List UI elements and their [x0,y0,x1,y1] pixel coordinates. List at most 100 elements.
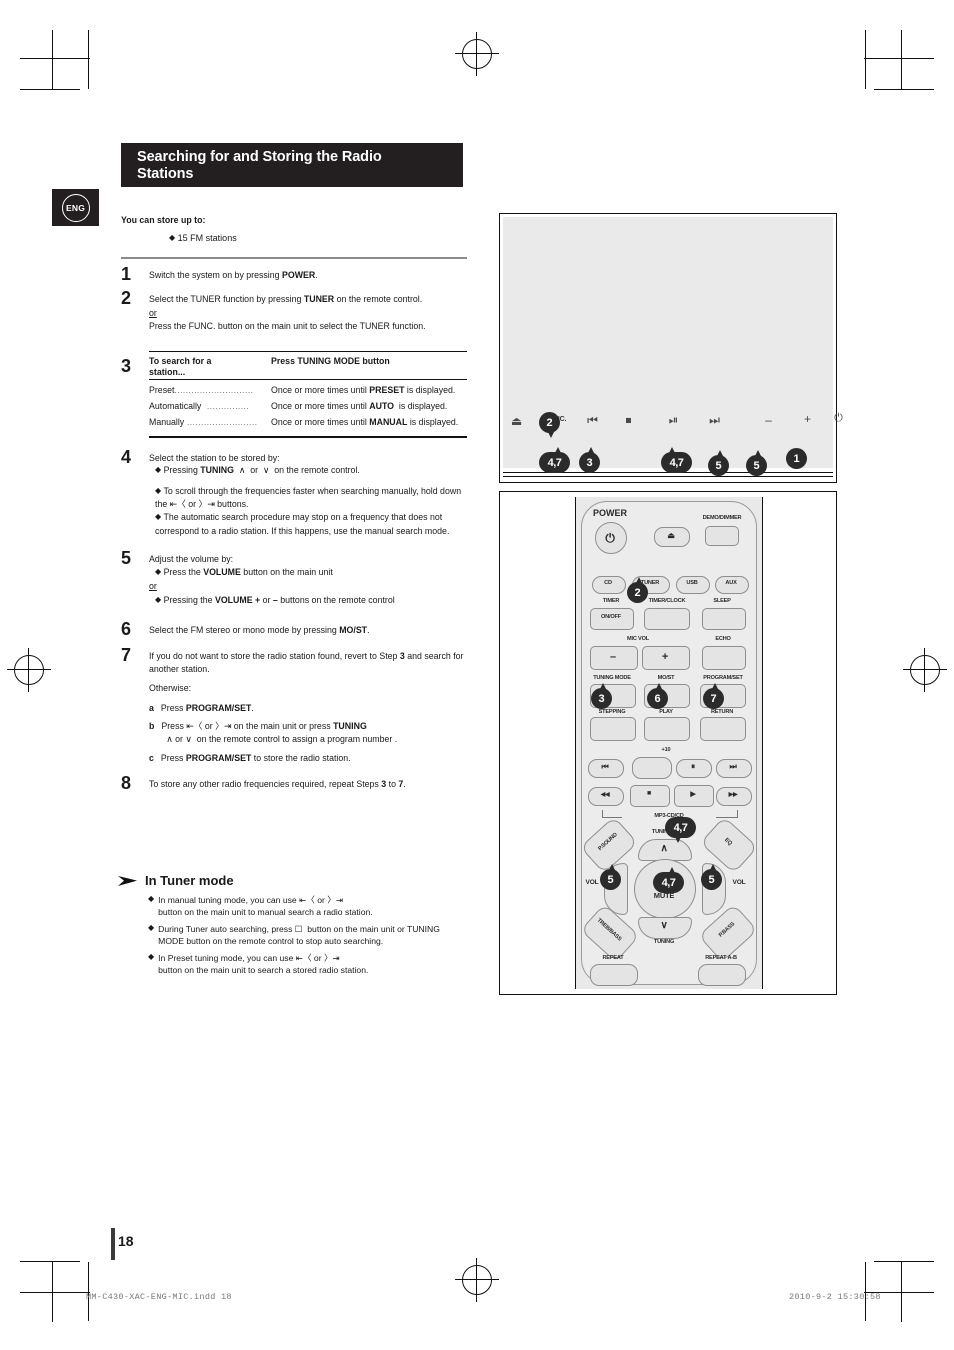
language-badge: ENG [52,189,99,226]
step-6-number: 6 [121,618,132,639]
next-track-icon[interactable]: ⏭ [709,414,720,427]
callout-remote-tuner: 2 [628,577,647,602]
program-set-label: PROGRAM/SET [703,675,743,681]
table-row: Manually ......................... Once … [149,416,467,429]
step-7-sub-c-key: c [149,752,154,763]
eject-icon: ⏏ [510,414,522,428]
callout-unit-func: 2 [540,413,559,438]
registration-mark-right [903,648,947,692]
step-7-sub-b-text: Press ⇤〈 or 〉⇥ on the main unit or press… [161,721,398,745]
demo-dimmer-button[interactable] [705,526,739,546]
volume-up-icon[interactable]: + [804,413,811,426]
table-body: Preset............................ Once … [149,378,467,430]
play-button[interactable] [644,717,690,741]
step-3-number: 3 [121,355,132,376]
prev-track-icon[interactable]: ⏮ [587,414,598,427]
tuner-mode-note-text: In manual tuning mode, you can use ⇤〈 or… [158,895,373,918]
step-5-bullet-1: Press the VOLUME button on the main unit [163,566,333,577]
step-7-sub-b: b Press ⇤〈 or 〉⇥ on the main unit or pre… [149,720,467,745]
table-row-label: Preset [149,384,175,395]
step-7-sub-a: a Press PROGRAM/SET. [149,702,467,715]
timer-clock-label: TIMER/CLOCK [648,598,686,604]
step-4-bullet-2: To scroll through the frequencies faster… [155,485,462,510]
rewind-icon: ◀◀ [600,792,610,798]
main-unit-base-rule [503,472,833,477]
stop-icon: ■ [646,790,652,797]
timer-clock-button[interactable] [644,608,690,630]
callout-remote-most: 6 [648,683,667,708]
step-6: 6 Select the FM stereo or mono mode by p… [121,620,467,638]
sleep-button[interactable] [702,608,746,630]
power-label: POWER [593,508,628,518]
step-2-or: or [149,307,157,318]
usb-label: USB [686,580,698,586]
skip-forward-icon: ⏭ [729,762,737,771]
tuner-mode-note-item: ◆ In manual tuning mode, you can use ⇤〈 … [148,894,468,919]
step-8-number: 8 [121,773,132,794]
registration-mark-top [455,32,499,76]
step-1: 1 Switch the system on by pressing POWER… [121,265,467,283]
tuning-down-label: TUNING [653,939,675,945]
instructions-column: You can store up to: ◆ 15 FM stations 1 … [121,215,467,802]
table-header-row: To search for a station... Press TUNING … [149,356,467,379]
step-7-sub-a-key: a [149,702,154,713]
table-row-label: Automatically [149,401,202,412]
page-title: Searching for and Storing the Radio Stat… [121,143,463,187]
return-button[interactable] [700,717,746,741]
step-5-or: or [149,581,157,592]
power-glyph-icon: ⏻ [605,531,615,545]
diamond-bullet-icon: ◆ [155,485,162,495]
callout-unit-next-track: 4,7 [662,447,691,472]
mic-vol-down-icon: – [610,651,616,663]
plus10-button[interactable] [632,757,672,779]
step-8: 8 To store any other radio frequencies r… [121,774,467,792]
dot-leader: ............... [201,402,250,412]
power-icon[interactable]: ⏻ [834,412,843,425]
language-badge-label: ENG [61,193,90,222]
remote-control-diagram: POWER ⏻ ⏏ DEMO/DIMMER CD TUNER USB AUX T… [499,491,837,995]
stepping-button[interactable] [590,717,636,741]
step-5-lead: Adjust the volume by: [149,554,234,565]
step-5-bullet-2: Pressing the VOLUME + or – buttons on th… [163,594,395,605]
tuner-mode-note: In Tuner mode ◆ In manual tuning mode, y… [118,873,468,980]
stepping-label: STEPPING [598,709,626,715]
callout-remote-tuning-up: 4,7 [666,818,695,843]
diamond-bullet-icon: ◆ [148,951,155,961]
step-6-text: Select the FM stereo or mono mode by pre… [149,624,370,635]
callout-remote-tuning-mode: 3 [592,683,611,708]
diamond-bullet-icon: ◆ [148,894,155,903]
diamond-bullet-icon: ◆ [155,465,162,475]
remote-body: POWER ⏻ ⏏ DEMO/DIMMER CD TUNER USB AUX T… [575,497,763,989]
tuning-mode-table: To search for a station... Press TUNING … [149,350,467,438]
tuner-mode-heading: In Tuner mode [145,873,234,888]
tuning-mode-label: TUNING MODE [593,675,631,681]
mute-label: MUTE [653,891,675,900]
most-label: MO/ST [657,675,675,681]
callout-remote-vol-minus: 5 [601,864,620,889]
repeat-button[interactable] [590,964,638,986]
volume-down-icon[interactable]: – [765,414,772,427]
tuner-mode-note-item: ◆ During Tuner auto searching, press ☐ b… [148,923,468,948]
mic-vol-label: MIC VOL [627,636,649,642]
stop-icon[interactable]: ⏹ [625,414,631,427]
timer-onoff-label: ON/OFF [601,614,621,620]
step-1-number: 1 [121,264,132,285]
step-7-sub-a-text: Press PROGRAM/SET. [160,702,254,713]
play-pause-icon[interactable]: ⏯ [669,414,679,427]
pause-icon: ⏸ [691,762,695,771]
footer-timestamp: 2010-9-2 15:30:58 [789,1292,881,1302]
table-col1-header-line2: station... [149,367,186,378]
tuner-mode-note-item: ◆ In Preset tuning mode, you can use ⇤〈 … [148,952,468,977]
callout-unit-stop: 3 [580,447,599,472]
return-label: RETURN [710,709,734,715]
aux-label: AUX [725,580,737,586]
page-title-line2: Stations [137,165,194,182]
table-row: Preset............................ Once … [149,384,467,397]
skip-back-icon: ⏮ [601,762,609,771]
page-number: 18 [118,1233,134,1249]
step-5: 5 Adjust the volume by: ◆ Press the VOLU… [121,549,467,607]
callout-remote-vol-plus: 5 [702,864,721,889]
echo-button[interactable] [702,646,746,670]
step-4: 4 Select the station to be stored by: ◆ … [121,448,467,538]
repeat-ab-button[interactable] [698,964,746,986]
